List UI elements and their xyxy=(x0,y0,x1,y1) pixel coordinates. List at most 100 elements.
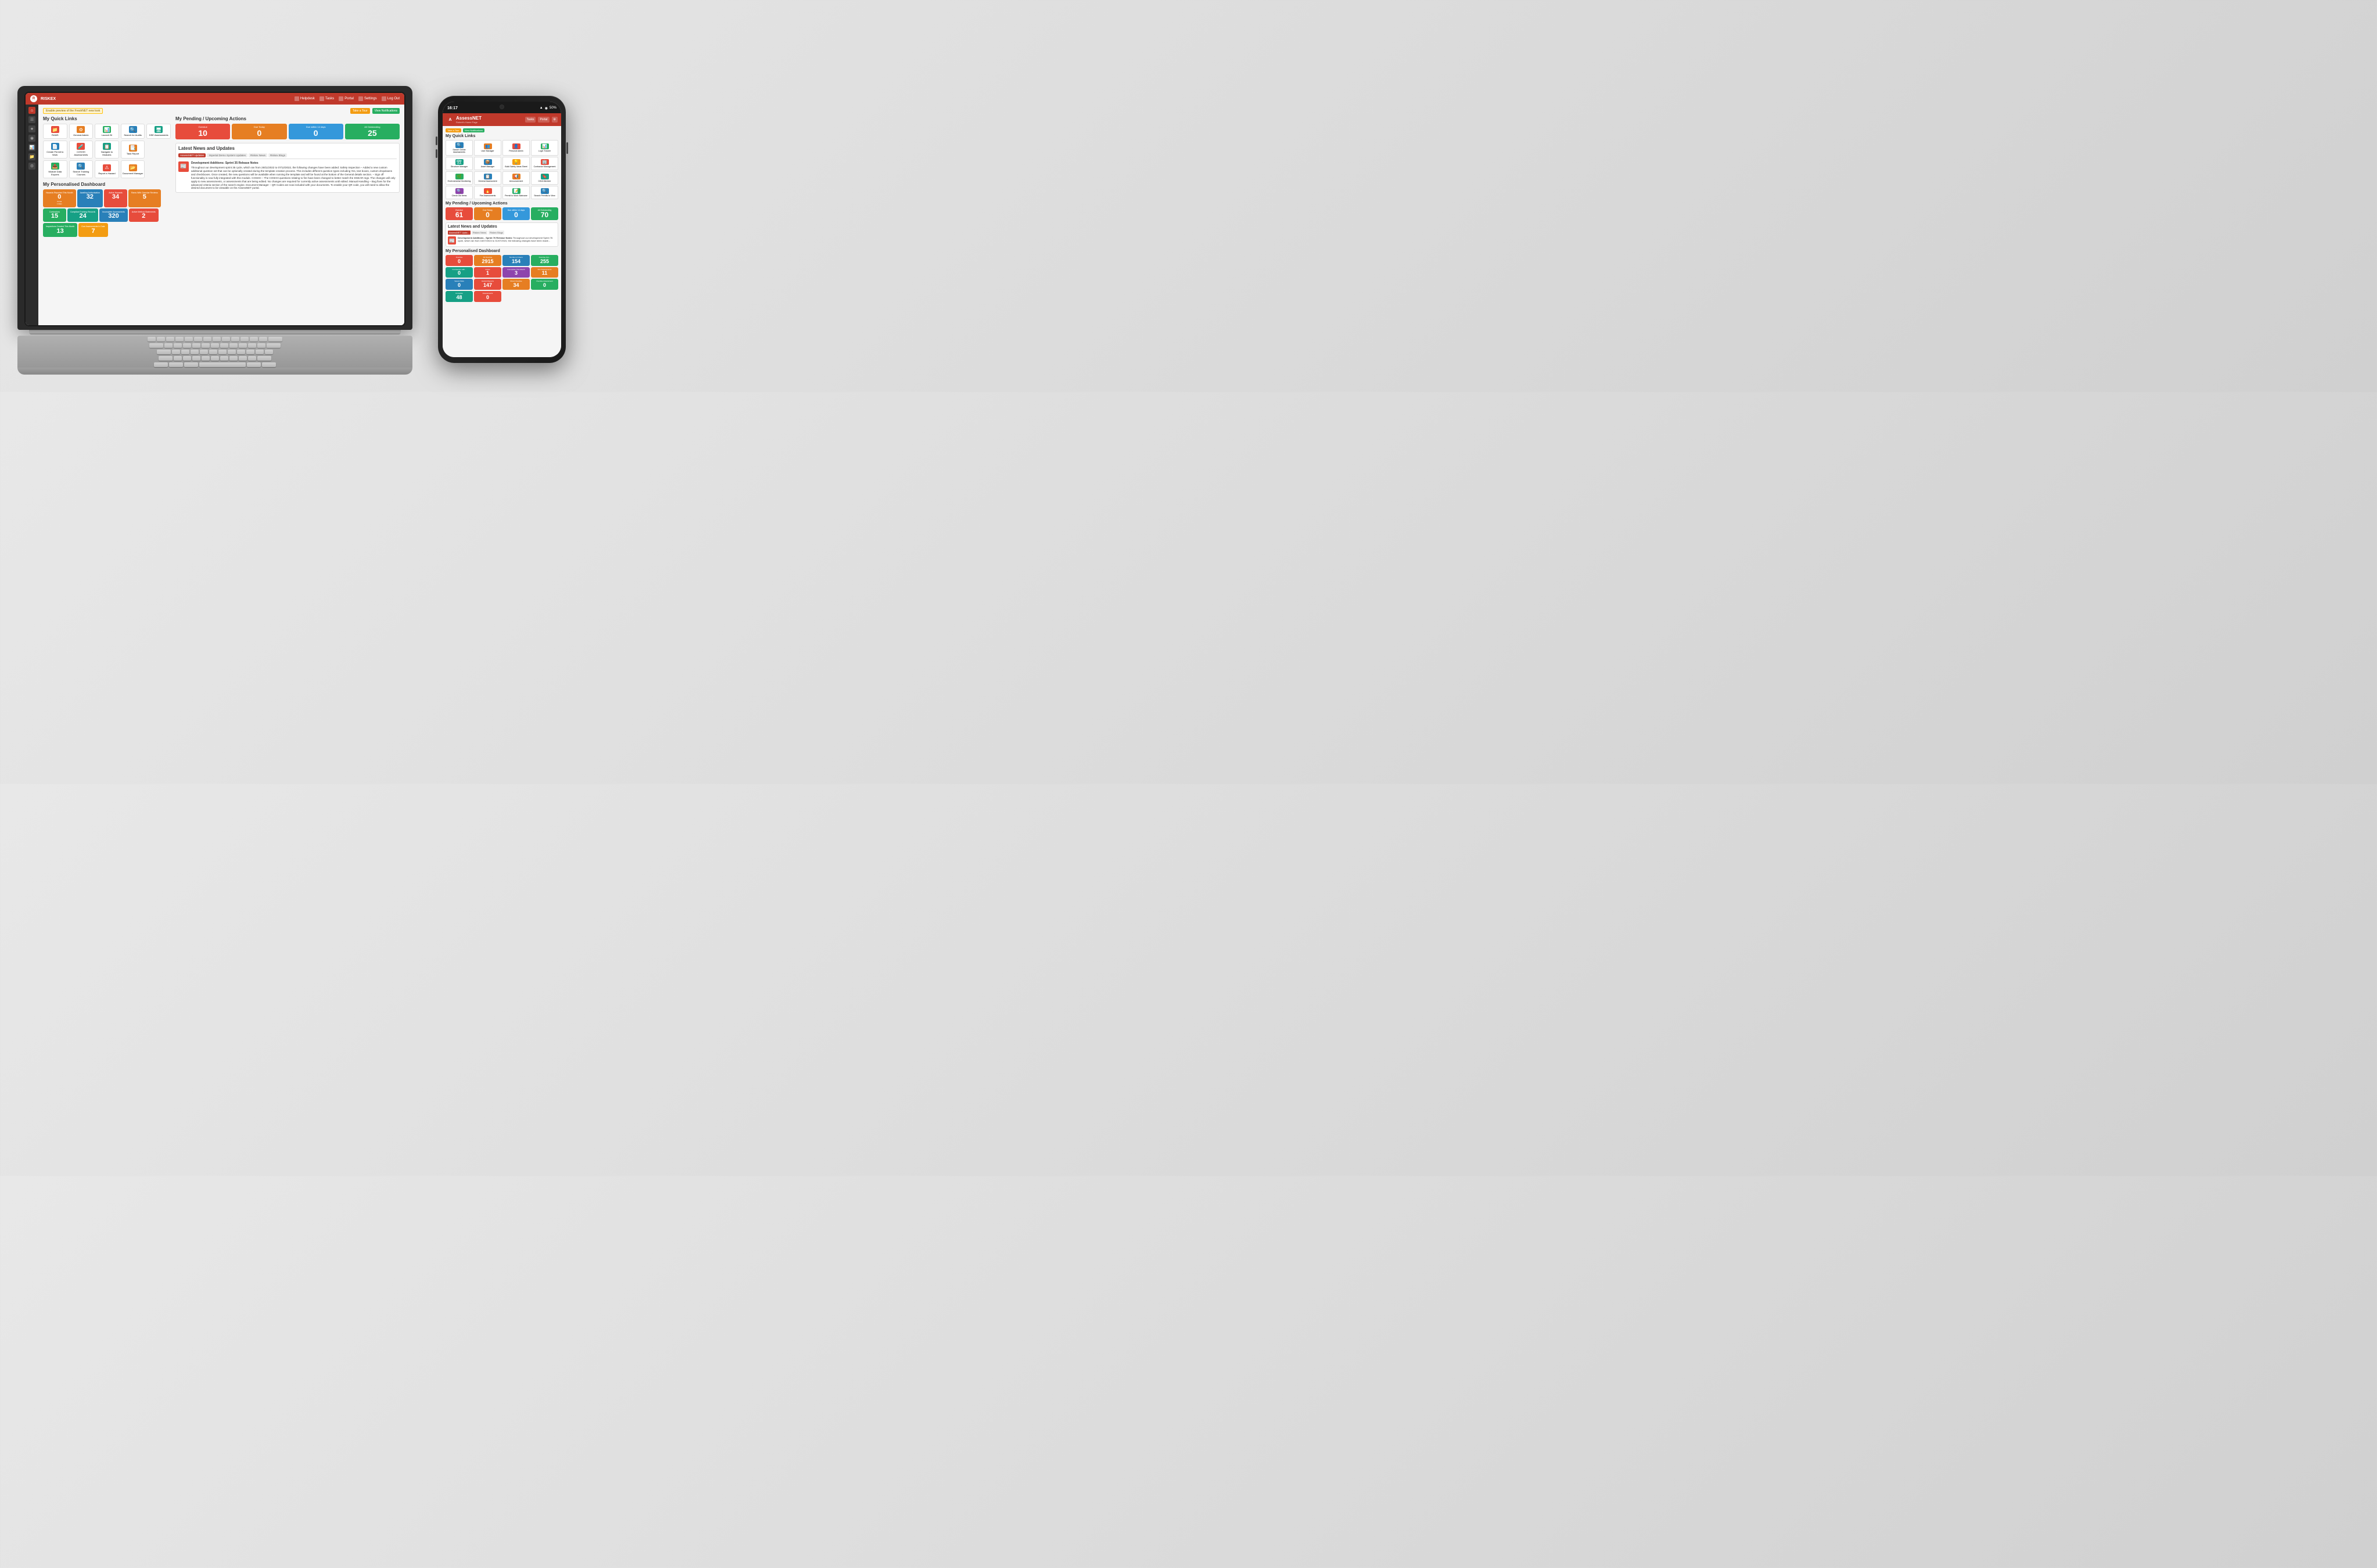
phone-nav-tasks[interactable]: Tasks xyxy=(525,117,536,123)
ql-doc-manager[interactable]: 📂 Document Manager xyxy=(121,160,145,178)
ql-hazard[interactable]: ⚠ Report a Hazard xyxy=(95,160,119,178)
phone-dash-1[interactable]: Overdue 0 xyxy=(446,255,473,266)
dash-contractors[interactable]: Contractors 15 xyxy=(43,208,66,222)
dash-rams-overdue[interactable]: Rams With Overdue Reviews 5 xyxy=(128,189,161,207)
phone-ql-6[interactable]: 📦 Asset Manager xyxy=(474,157,501,170)
left-column: My Quick Links 📁 RAMS ⚙ xyxy=(43,116,171,295)
dash-active-hazards[interactable]: Active Hazards 34 xyxy=(104,189,127,207)
phone-ql-1[interactable]: 🔍 Search Online Assessments xyxy=(446,140,473,156)
phone-ql-7[interactable]: 💡 Build Safety Ideas Sheet xyxy=(502,157,530,170)
sidebar-nav6[interactable]: ⚙ xyxy=(28,163,35,170)
phone-ql-15[interactable]: 📝 Permit to Work Staircase xyxy=(502,186,530,199)
nav-logout[interactable]: Log Out xyxy=(382,96,400,101)
phone-dash-14[interactable]: Assessments 0 xyxy=(474,291,501,302)
phone-ql-4[interactable]: 📊 Login Tracker xyxy=(531,140,558,156)
phone-ql-3[interactable]: 👤 Personal Admin xyxy=(502,140,530,156)
phone-ql-14[interactable]: 🔥 Fire Assessments xyxy=(474,186,501,199)
ql-launch-bi[interactable]: 📊 Launch BI xyxy=(95,124,119,139)
dash-inspections[interactable]: Inspections Created This Month 13 xyxy=(43,223,77,236)
dash-hazards[interactable]: Hazards Reported This Month 0 Portal1 Ma… xyxy=(43,189,76,207)
phone-ql-2[interactable]: 👥 User Manager xyxy=(474,140,501,156)
phone-ql-5-label: Structure Manager xyxy=(451,166,468,168)
news-tab-riskex[interactable]: Riskex News xyxy=(249,153,267,157)
phone-dash-11[interactable]: Direct Overdue 34 xyxy=(502,279,530,290)
ql-rams[interactable]: 📁 RAMS xyxy=(43,124,67,139)
key-fn xyxy=(154,362,168,367)
phone-nav-portal[interactable]: Portal xyxy=(538,117,549,123)
key xyxy=(183,343,191,348)
phone-dash-14-val: 0 xyxy=(475,295,500,300)
take-tour-button[interactable]: Take a Tour xyxy=(350,108,370,114)
pending-14days[interactable]: Due within 14 days 0 xyxy=(289,124,343,139)
news-tab-assessnet[interactable]: AssessNET Updates xyxy=(178,153,206,157)
ql-modules[interactable]: 📋 Navigate to Modules xyxy=(95,141,119,159)
phone-button-power[interactable] xyxy=(566,142,568,154)
phone-dash-8[interactable]: Fire Assessments 11 xyxy=(531,267,558,278)
ql-module-data[interactable]: 📤 Module Data Exports xyxy=(43,160,67,178)
phone-dash-13[interactable]: Complete 48 xyxy=(446,291,473,302)
ql-coshh[interactable]: 🧪 COSHH Assessments xyxy=(69,141,94,159)
phone-dash-4[interactable]: Overdue Out... 255 xyxy=(531,255,558,266)
phone-button-vol-up[interactable] xyxy=(436,136,437,145)
ql-general-admin[interactable]: ⚙ General Admin xyxy=(69,124,94,139)
sidebar-nav5[interactable]: 📁 xyxy=(28,153,35,160)
phone-pending-14days[interactable]: Due within 14 days 0 xyxy=(502,207,530,220)
phone-dash-7[interactable]: Incomplete This Month 3 xyxy=(502,267,530,278)
dash-due[interactable]: Due Assessments In Date 7 xyxy=(78,223,107,236)
phone-news-tab-blogs[interactable]: Riskex Blogs xyxy=(489,231,504,235)
phone-ql-10[interactable]: 📋 General Assessment xyxy=(474,171,501,185)
ql-search-audits[interactable]: 🔍 Search for Audits xyxy=(121,124,145,139)
pending-today[interactable]: Due Today 0 xyxy=(232,124,286,139)
dash-training[interactable]: Compliant Training Records 24 xyxy=(67,208,98,222)
phone-news-tab-assessnet[interactable]: AssessNET Upda... xyxy=(448,231,471,235)
pending-section: My Pending / Upcoming Actions Overdue 10 xyxy=(175,116,400,139)
phone-dash-10[interactable]: Hazard Reports 147 xyxy=(474,279,501,290)
pending-overdue[interactable]: Overdue 10 xyxy=(175,124,230,139)
ql-permit[interactable]: 📄 Create Permit to Work xyxy=(43,141,67,159)
phone-pending-overdue[interactable]: Overdue 61 xyxy=(446,207,473,220)
key xyxy=(228,350,236,354)
sidebar-nav1[interactable]: ☰ xyxy=(28,116,35,123)
news-tab-imperial[interactable]: Imperial Demo System Updates xyxy=(207,153,247,157)
phone-dash-12[interactable]: Overdue Assessment 0 xyxy=(531,279,558,290)
nav-settings[interactable]: Settings xyxy=(358,96,377,101)
phone-dash-5[interactable]: Contractors with... 0 xyxy=(446,267,473,278)
dash-method[interactable]: Active Method Statements 2 xyxy=(129,208,159,222)
ql-task-report[interactable]: 📑 Task Report xyxy=(121,141,145,159)
pending-all[interactable]: All Outstanding 25 xyxy=(345,124,400,139)
phone-ql-16[interactable]: 🔍 Search Permits to View xyxy=(531,186,558,199)
nav-portal[interactable]: Portal xyxy=(339,96,354,101)
news-item-text: Development Additions: Sprint 35 Release… xyxy=(191,161,397,190)
phone-ql-5[interactable]: 🏗 Structure Manager xyxy=(446,157,473,170)
ql-modules-label: Navigate to Modules xyxy=(96,150,117,156)
wifi-icon: ◉ xyxy=(545,106,548,110)
phone-ql-13[interactable]: 🔍 Check Old Items xyxy=(446,186,473,199)
phone-dash-9[interactable]: Vacant Slots 0 xyxy=(446,279,473,290)
sidebar-nav3[interactable]: ◉ xyxy=(28,135,35,142)
dash-awaiting[interactable]: Awaiting Authorisation 32 xyxy=(77,189,103,207)
view-notifications-button[interactable]: View Notifications xyxy=(372,108,400,114)
phone-ql-12[interactable]: 🔖 CIDA Member xyxy=(531,171,558,185)
sidebar-nav4[interactable]: 📊 xyxy=(28,144,35,151)
phone-dash-2[interactable]: All Overdue 2915 xyxy=(474,255,501,266)
sidebar-nav2[interactable]: ★ xyxy=(28,125,35,132)
phone-nav-settings[interactable]: ⚙ xyxy=(552,117,558,123)
phone-ql-8[interactable]: 🏢 Contractor Management xyxy=(531,157,558,170)
phone-news-tab-riskex[interactable]: Riskex News xyxy=(472,231,487,235)
news-tab-blogs[interactable]: Riskex Blogs xyxy=(268,153,287,157)
dash-incomplete[interactable]: Incomplete Assessments 320 xyxy=(99,208,128,222)
phone-pending-all[interactable]: All Outstanding 70 xyxy=(531,207,558,220)
sidebar-home[interactable]: ⌂ xyxy=(28,107,35,114)
phone-tour-button[interactable]: Take a Tour xyxy=(446,128,461,132)
phone-dash-6[interactable]: Active 1 xyxy=(474,267,501,278)
ql-training[interactable]: 🔍 Search Training Courses xyxy=(69,160,94,178)
ql-dse[interactable]: 🖥 DSE Assessments xyxy=(146,124,171,139)
phone-notifications-button[interactable]: View Notifications xyxy=(463,128,485,132)
nav-helpdesk[interactable]: Helpdesk xyxy=(295,96,315,101)
phone-button-vol-down[interactable] xyxy=(436,149,437,158)
phone-ql-9[interactable]: 🌿 Environmental Monitoring xyxy=(446,171,473,185)
phone-pending-today[interactable]: Due Today 0 xyxy=(474,207,501,220)
phone-ql-11[interactable]: 📢 Announcement xyxy=(502,171,530,185)
phone-dash-3[interactable]: Number of Users 154 xyxy=(502,255,530,266)
nav-tasks[interactable]: Tasks xyxy=(319,96,334,101)
